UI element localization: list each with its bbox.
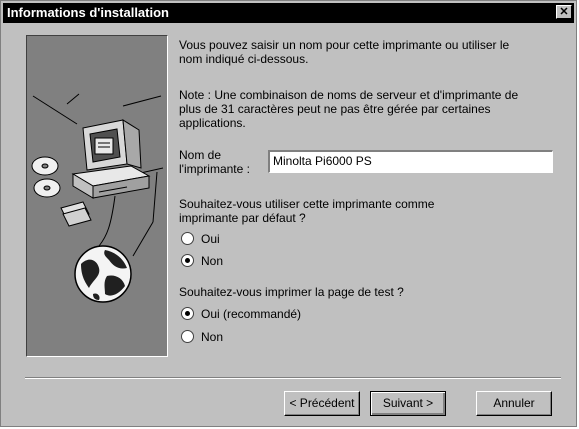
cancel-button[interactable]: Annuler bbox=[476, 391, 552, 416]
globe-illustration bbox=[74, 245, 132, 303]
printer-name-field[interactable]: Minolta Pi6000 PS bbox=[268, 150, 553, 173]
testpage-yes-label[interactable]: Oui (recommandé) bbox=[201, 307, 301, 321]
note-line: plus de 31 caractères peut ne pas être g… bbox=[179, 102, 491, 116]
close-icon: ✕ bbox=[559, 6, 569, 18]
testpage-no-radio[interactable] bbox=[181, 330, 194, 343]
title-bar[interactable]: Informations d'installation ✕ bbox=[3, 3, 574, 23]
note-line: applications. bbox=[179, 116, 246, 130]
test-page-question: Souhaitez-vous imprimer la page de test … bbox=[179, 285, 404, 299]
question-line: Souhaitez-vous utiliser cette imprimante… bbox=[179, 197, 435, 211]
close-button[interactable]: ✕ bbox=[556, 5, 572, 19]
separator bbox=[25, 377, 561, 379]
intro-line: Vous pouvez saisir un nom pour cette imp… bbox=[179, 38, 510, 52]
default-no-radio[interactable] bbox=[181, 254, 194, 267]
printer-name-label-line: l'imprimante : bbox=[179, 162, 250, 176]
default-yes-radio[interactable] bbox=[181, 232, 194, 245]
installation-dialog: Informations d'installation ✕ Vous pouve… bbox=[0, 0, 577, 427]
default-printer-question: Souhaitez-vous utiliser cette imprimante… bbox=[179, 197, 434, 225]
wizard-illustration-panel bbox=[26, 35, 168, 357]
intro-text: Vous pouvez saisir un nom pour cette imp… bbox=[179, 38, 509, 66]
printer-name-label: Nom de l'imprimante : bbox=[179, 148, 250, 176]
question-line: imprimante par défaut ? bbox=[179, 211, 306, 225]
printer-name-label-line: Nom de bbox=[179, 148, 222, 162]
testpage-yes-radio[interactable] bbox=[181, 307, 194, 320]
back-button[interactable]: < Précédent bbox=[284, 391, 360, 416]
testpage-no-label[interactable]: Non bbox=[201, 330, 223, 344]
window-title: Informations d'installation bbox=[7, 5, 169, 20]
default-no-label[interactable]: Non bbox=[201, 254, 223, 268]
default-yes-label[interactable]: Oui bbox=[201, 232, 220, 246]
next-button[interactable]: Suivant > bbox=[370, 391, 446, 416]
note-text: Note : Une combinaison de noms de serveu… bbox=[179, 88, 518, 130]
computer-with-cds-illustration bbox=[31, 93, 164, 257]
intro-line: nom indiqué ci-dessous. bbox=[179, 52, 309, 66]
note-line: Note : Une combinaison de noms de serveu… bbox=[179, 88, 519, 102]
